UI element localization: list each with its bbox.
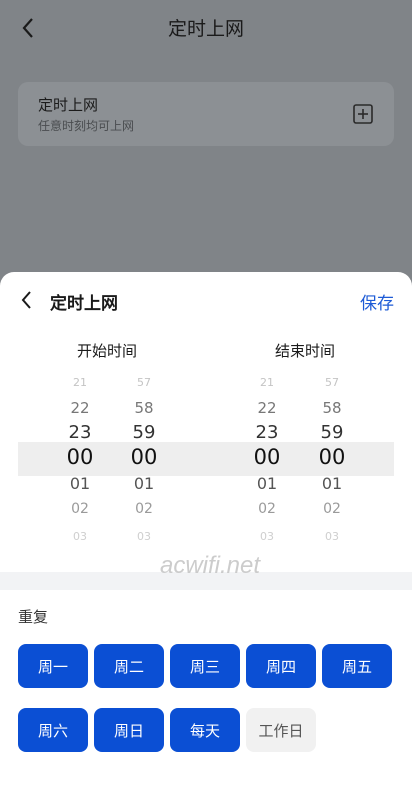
wheel-option[interactable]: 02 [310,501,354,517]
wheel-option[interactable]: 00 [245,445,289,469]
wheel-option[interactable]: 02 [245,501,289,517]
chevron-left-icon [21,291,31,309]
wheel-option[interactable]: 01 [310,474,354,493]
wheel-option[interactable]: 23 [58,422,102,443]
wheel-option[interactable]: 03 [245,530,289,543]
wheel-option[interactable]: 57 [122,376,166,389]
wheel-option[interactable]: 22 [58,399,102,417]
wheel-option[interactable]: 21 [245,376,289,389]
wheel-option[interactable]: 21 [58,376,102,389]
watermark: acwifi.net [160,552,261,579]
end-time-label: 结束时间 [274,342,335,360]
wheel-option[interactable]: 02 [58,501,102,517]
day-button[interactable]: 周六 [18,708,88,752]
day-button[interactable]: 周一 [18,644,88,688]
day-button[interactable]: 周二 [94,644,164,688]
top-header: 定时上网 [0,0,412,56]
wheel-option[interactable]: 01 [245,474,289,493]
save-button[interactable]: 保存 [360,289,394,314]
wheel-option[interactable]: 59 [310,422,354,443]
wheel-option[interactable]: 57 [310,376,354,389]
wheel-option[interactable]: 01 [58,474,102,493]
wheel-option[interactable]: 58 [122,399,166,417]
wheel-option[interactable]: 00 [310,445,354,469]
repeat-label: 重复 [18,608,49,626]
wheel-option[interactable]: 01 [122,474,166,493]
wheel-option[interactable]: 03 [310,530,354,543]
wheel-option[interactable]: 23 [245,422,289,443]
add-square-icon[interactable] [352,103,374,125]
day-button[interactable]: 周三 [170,644,240,688]
wheel-option[interactable]: 22 [245,399,289,417]
sheet-title: 定时上网 [50,294,118,314]
page-title: 定时上网 [167,18,244,40]
start-time-label: 开始时间 [76,342,137,360]
wheel-option[interactable]: 58 [310,399,354,417]
schedule-card-title: 定时上网 [38,96,99,114]
day-button[interactable]: 周五 [322,644,392,688]
wheel-option[interactable]: 03 [58,530,102,543]
day-button[interactable]: 每天 [170,708,240,752]
wheel-option[interactable]: 00 [58,445,102,469]
day-button[interactable]: 工作日 [246,708,316,752]
wheel-option[interactable]: 59 [122,422,166,443]
sheet-header: 定时上网 保存 [0,272,412,328]
schedule-card-subtitle: 任意时刻均可上网 [38,119,135,133]
day-button[interactable]: 周四 [246,644,316,688]
wheel-option[interactable]: 00 [122,445,166,469]
schedule-card[interactable]: 定时上网 任意时刻均可上网 [18,82,394,146]
wheel-option[interactable]: 02 [122,501,166,517]
sheet-back-button[interactable] [14,286,38,314]
bottom-sheet: 定时上网 保存 开始时间 结束时间 21 22 23 00 01 02 03 57 58 59 0… [0,272,412,800]
wheel-option[interactable]: 03 [122,530,166,543]
day-button[interactable]: 周日 [94,708,164,752]
